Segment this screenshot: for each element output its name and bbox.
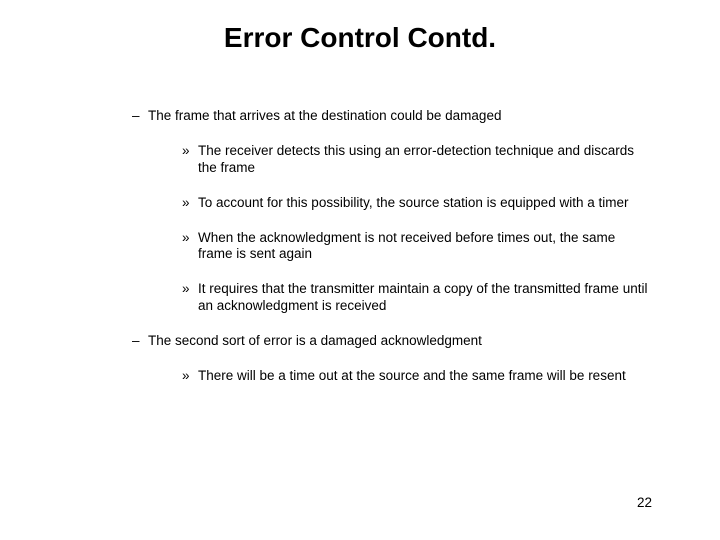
bullet-level2: » To account for this possibility, the s… <box>182 195 652 212</box>
page-number: 22 <box>637 495 652 510</box>
raquo-icon: » <box>182 195 190 212</box>
slide-body: – The frame that arrives at the destinat… <box>132 108 652 403</box>
bullet-level2: » There will be a time out at the source… <box>182 368 652 385</box>
bullet-text: The receiver detects this using an error… <box>198 143 634 175</box>
bullet-level2: » The receiver detects this using an err… <box>182 143 652 177</box>
bullet-text: The second sort of error is a damaged ac… <box>148 333 482 348</box>
slide-title: Error Control Contd. <box>0 22 720 54</box>
bullet-text: The frame that arrives at the destinatio… <box>148 108 501 123</box>
slide: Error Control Contd. – The frame that ar… <box>0 0 720 540</box>
raquo-icon: » <box>182 281 190 298</box>
dash-icon: – <box>132 108 140 125</box>
bullet-level2: » When the acknowledgment is not receive… <box>182 230 652 264</box>
dash-icon: – <box>132 333 140 350</box>
raquo-icon: » <box>182 143 190 160</box>
bullet-text: To account for this possibility, the sou… <box>198 195 628 210</box>
bullet-text: When the acknowledgment is not received … <box>198 230 615 262</box>
raquo-icon: » <box>182 230 190 247</box>
raquo-icon: » <box>182 368 190 385</box>
bullet-text: There will be a time out at the source a… <box>198 368 626 383</box>
bullet-level1: – The frame that arrives at the destinat… <box>132 108 652 315</box>
bullet-level2: » It requires that the transmitter maint… <box>182 281 652 315</box>
bullet-text: It requires that the transmitter maintai… <box>198 281 647 313</box>
bullet-level1: – The second sort of error is a damaged … <box>132 333 652 385</box>
